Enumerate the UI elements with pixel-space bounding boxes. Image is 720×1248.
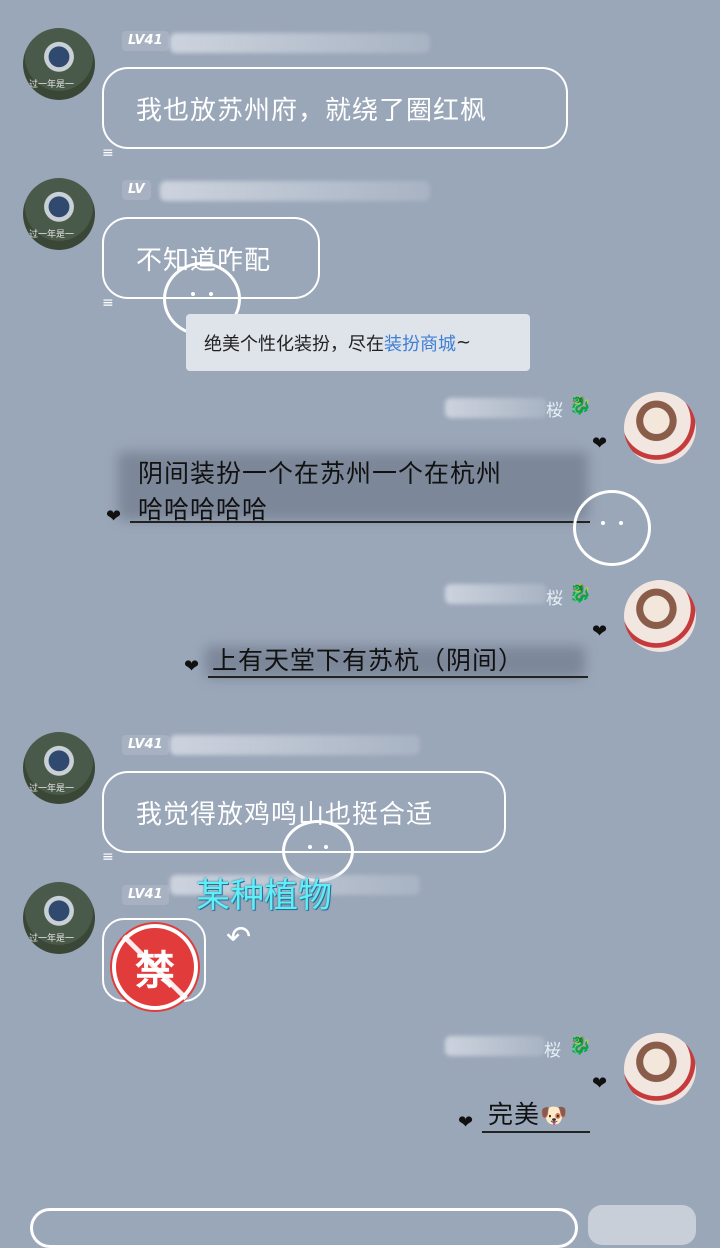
avatar[interactable] — [624, 580, 696, 652]
level-badge: LV — [122, 180, 151, 200]
avatar[interactable] — [624, 392, 696, 464]
underline-decoration — [130, 521, 590, 523]
message-input[interactable] — [30, 1208, 578, 1248]
dragon-badge-icon: 🐉 — [569, 395, 592, 416]
avatar[interactable] — [624, 1033, 696, 1105]
sender-name-suffix: 桜 — [546, 401, 563, 421]
send-button[interactable] — [588, 1205, 696, 1245]
message-text[interactable]: 完美🐶 — [488, 1097, 568, 1135]
arrow-doodle-icon: ↶ — [226, 920, 252, 955]
message-line: 阴间装扮一个在苏州一个在杭州 — [138, 459, 503, 488]
underline-decoration — [208, 676, 588, 678]
sticker-text: 禁 — [135, 948, 175, 994]
sender-name-blurred — [445, 398, 547, 418]
avatar-caption: 过一年是一 — [29, 784, 75, 794]
avatar-caption: 过一年是一 — [29, 80, 75, 90]
sender-name-blurred — [445, 1036, 545, 1056]
avatar[interactable]: 过一年是一 — [23, 178, 95, 250]
bubble-decoration: ≡ — [102, 849, 115, 865]
avatar[interactable]: 过一年是一 — [23, 732, 95, 804]
ban-sticker-icon: 禁 — [112, 924, 198, 1010]
tip-prefix: 绝美个性化装扮，尽在 — [204, 333, 384, 355]
avatar-caption: 过一年是一 — [29, 230, 75, 240]
message-text[interactable]: 阴间装扮一个在苏州一个在杭州 哈哈哈哈哈 — [138, 456, 502, 528]
sender-name-suffix: 桜 — [544, 1041, 561, 1061]
bubble-decoration: ≡ — [102, 295, 115, 311]
doodle-face-icon — [573, 490, 651, 566]
heart-icon: ❤ — [458, 1112, 474, 1133]
dragon-badge-icon: 🐉 — [569, 1035, 592, 1056]
dressup-tip[interactable]: 绝美个性化装扮，尽在 装扮商城 ~ — [186, 314, 530, 371]
sender-name-blurred — [160, 181, 430, 201]
bubble-decoration: ≡ — [102, 145, 115, 161]
heart-icon: ❤ — [592, 1073, 608, 1094]
dressup-store-link[interactable]: 装扮商城 — [384, 330, 456, 356]
level-badge: LV41 — [122, 735, 169, 755]
message-text[interactable]: 上有天堂下有苏杭（阴间） — [212, 643, 524, 679]
sender-name-blurred — [445, 584, 547, 604]
avatar[interactable]: 过一年是一 — [23, 28, 95, 100]
avatar[interactable]: 过一年是一 — [23, 882, 95, 954]
heart-icon: ❤ — [106, 506, 122, 527]
underline-decoration — [482, 1131, 590, 1133]
message-text: 我也放苏州府，就绕了圈红枫 — [136, 95, 488, 126]
dog-emoji-icon: 🐶 — [540, 1104, 569, 1129]
dragon-badge-icon: 🐉 — [569, 583, 592, 604]
message-line: 完美 — [488, 1100, 541, 1129]
message-text: 我觉得放鸡鸣山也挺合适 — [136, 799, 434, 830]
sender-name-suffix: 桜 — [546, 589, 563, 609]
avatar-caption: 过一年是一 — [29, 934, 75, 944]
level-badge: LV41 — [122, 31, 169, 51]
level-badge: LV41 — [122, 885, 169, 905]
annotation-text: 某种植物 — [196, 876, 332, 916]
heart-icon: ❤ — [592, 433, 608, 454]
heart-icon: ❤ — [592, 621, 608, 642]
sender-name-blurred — [170, 735, 420, 755]
sender-name-blurred — [170, 33, 430, 53]
message-bubble[interactable]: 我也放苏州府，就绕了圈红枫 ≡ — [102, 67, 568, 160]
tip-suffix: ~ — [456, 332, 472, 353]
heart-icon: ❤ — [184, 656, 200, 677]
